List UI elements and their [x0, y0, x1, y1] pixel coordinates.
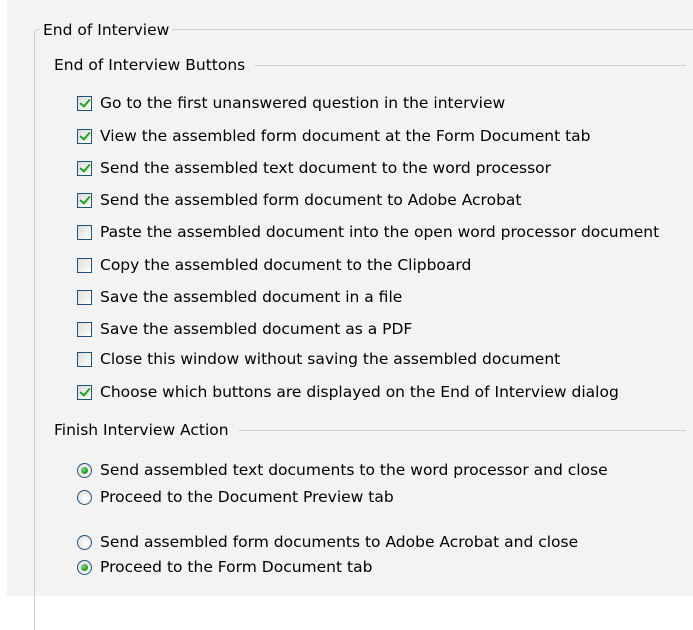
checkbox-box[interactable]	[77, 95, 92, 111]
checkbox-box[interactable]	[77, 384, 92, 400]
section-divider	[255, 64, 686, 66]
checkbox-send-form-to-acrobat[interactable]: Send the assembled form document to Adob…	[77, 189, 521, 211]
checkbox-box[interactable]	[77, 192, 92, 208]
checkbox-box[interactable]	[77, 289, 92, 305]
checkbox-label: Copy the assembled document to the Clipb…	[100, 256, 472, 274]
checkbox-box[interactable]	[77, 224, 92, 240]
checkbox-send-text-to-word-processor[interactable]: Send the assembled text document to the …	[77, 157, 551, 179]
radio-button[interactable]	[77, 534, 92, 550]
checkbox-box[interactable]	[77, 351, 92, 367]
checkbox-box[interactable]	[77, 160, 92, 176]
checkbox-box[interactable]	[77, 321, 92, 337]
radio-button[interactable]	[77, 462, 92, 478]
section-header-buttons: End of Interview Buttons	[54, 55, 686, 75]
radio-label: Proceed to the Form Document tab	[100, 558, 373, 576]
checkbox-label: Send the assembled text document to the …	[100, 159, 552, 177]
checkbox-label: Paste the assembled document into the op…	[100, 223, 660, 241]
radio-label: Send assembled form documents to Adobe A…	[100, 533, 579, 551]
checkbox-label: Send the assembled form document to Adob…	[100, 191, 522, 209]
radio-label: Send assembled text documents to the wor…	[100, 461, 608, 479]
checkbox-choose-buttons[interactable]: Choose which buttons are displayed on th…	[77, 381, 619, 403]
section-title-finish-action: Finish Interview Action	[54, 421, 229, 439]
checkbox-label: Go to the first unanswered question in t…	[100, 94, 506, 112]
checkbox-save-in-file[interactable]: Save the assembled document in a file	[77, 286, 402, 308]
checkbox-box[interactable]	[77, 257, 92, 273]
checkbox-box[interactable]	[77, 128, 92, 144]
checkbox-label: Save the assembled document in a file	[100, 288, 403, 306]
radio-button[interactable]	[77, 489, 92, 505]
section-divider	[238, 429, 686, 431]
checkbox-save-as-pdf[interactable]: Save the assembled document as a PDF	[77, 318, 412, 340]
checkbox-label: Choose which buttons are displayed on th…	[100, 383, 619, 401]
checkbox-first-unanswered[interactable]: Go to the first unanswered question in t…	[77, 92, 505, 114]
radio-send-form-to-acrobat-and-close[interactable]: Send assembled form documents to Adobe A…	[77, 531, 578, 553]
checkbox-paste-into-word-processor[interactable]: Paste the assembled document into the op…	[77, 221, 659, 243]
radio-proceed-document-preview[interactable]: Proceed to the Document Preview tab	[77, 486, 394, 508]
radio-button[interactable]	[77, 559, 92, 575]
checkbox-view-form-document[interactable]: View the assembled form document at the …	[77, 125, 590, 147]
section-header-finish-action: Finish Interview Action	[54, 420, 686, 440]
section-title-buttons: End of Interview Buttons	[54, 56, 246, 74]
group-title: End of Interview	[40, 20, 173, 40]
radio-send-text-and-close[interactable]: Send assembled text documents to the wor…	[77, 459, 608, 481]
radio-label: Proceed to the Document Preview tab	[100, 488, 394, 506]
checkbox-copy-to-clipboard[interactable]: Copy the assembled document to the Clipb…	[77, 254, 471, 276]
checkbox-label: View the assembled form document at the …	[100, 127, 591, 145]
checkbox-close-without-saving[interactable]: Close this window without saving the ass…	[77, 348, 560, 370]
radio-proceed-form-document-tab[interactable]: Proceed to the Form Document tab	[77, 556, 372, 578]
checkbox-label: Save the assembled document as a PDF	[100, 320, 413, 338]
checkbox-label: Close this window without saving the ass…	[100, 350, 561, 368]
